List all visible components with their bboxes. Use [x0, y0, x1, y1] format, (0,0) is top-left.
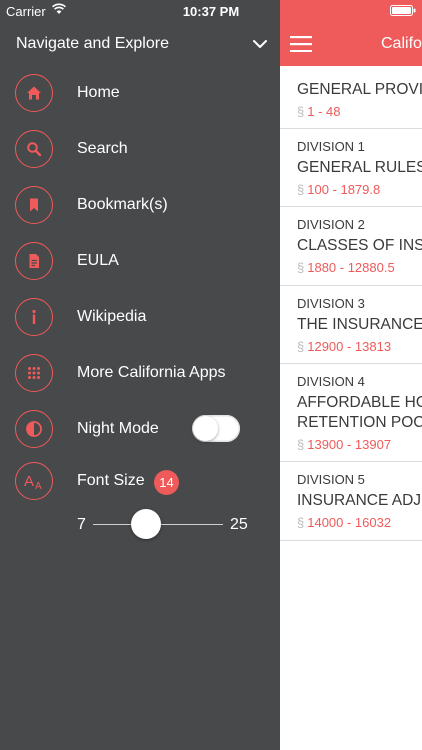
row-range-value: 1 - 48	[307, 104, 341, 119]
row-division: DIVISION 5	[297, 472, 365, 487]
info-icon	[15, 298, 53, 336]
menu-item-more-apps[interactable]: More California Apps	[0, 347, 280, 403]
row-division: DIVISION 2	[297, 217, 365, 232]
font-size-min-label: 7	[77, 516, 86, 533]
row-title: GENERAL RULES	[297, 159, 422, 176]
section-icon: §	[297, 182, 305, 197]
row-range-value: 100 - 1879.8	[307, 182, 381, 197]
row-range: § 13900 - 13907	[297, 437, 422, 452]
row-title: GENERAL PROVIS	[297, 81, 422, 98]
row-title: THE INSURANCE	[297, 316, 422, 333]
status-time: 10:37 PM	[182, 4, 240, 19]
division-list: GENERAL PROVIS § 1 - 48 DIVISION 1 GENERA…	[280, 66, 422, 541]
drawer-header[interactable]: Navigate and Explore	[0, 22, 280, 66]
font-size-icon: A A	[15, 462, 53, 500]
menu-label-eula: EULA	[77, 252, 119, 269]
section-icon: §	[297, 104, 305, 119]
status-bar: Carrier 10:37 PM	[0, 0, 422, 22]
row-title: AFFORDABLE HO	[297, 394, 422, 411]
row-range-value: 12900 - 13813	[307, 339, 392, 354]
section-icon: §	[297, 515, 305, 530]
row-range: § 100 - 1879.8	[297, 182, 422, 197]
menu-item-bookmarks[interactable]: Bookmark(s)	[0, 179, 280, 235]
battery-icon	[390, 5, 416, 16]
list-item[interactable]: DIVISION 4 AFFORDABLE HO RETENTION POC §…	[280, 364, 422, 462]
menu-item-wikipedia[interactable]: Wikipedia	[0, 291, 280, 347]
list-item[interactable]: GENERAL PROVIS § 1 - 48	[280, 66, 422, 129]
chevron-down-icon[interactable]	[252, 36, 268, 52]
menu-label-search: Search	[77, 140, 128, 157]
menu-item-eula[interactable]: EULA	[0, 235, 280, 291]
main-content: Califo GENERAL PROVIS § 1 - 48 DIVISION 1…	[280, 0, 422, 750]
home-icon	[15, 74, 53, 112]
menu-label-wikipedia: Wikipedia	[77, 308, 147, 325]
font-size-badge: 14	[154, 470, 179, 495]
menu-label-bookmarks: Bookmark(s)	[77, 196, 168, 213]
nav-title: Califo	[381, 35, 422, 52]
menu-label-home: Home	[77, 84, 120, 101]
row-division: DIVISION 1	[297, 139, 365, 154]
drawer-title: Navigate and Explore	[16, 35, 169, 52]
menu-item-font-size: A A Font Size	[0, 455, 280, 511]
section-icon: §	[297, 260, 305, 275]
night-mode-toggle-knob	[193, 416, 218, 441]
row-range: § 14000 - 16032	[297, 515, 422, 530]
list-item[interactable]: DIVISION 1 GENERAL RULES § 100 - 1879.8	[280, 129, 422, 207]
section-icon: §	[297, 437, 305, 452]
hamburger-menu-icon[interactable]	[290, 36, 312, 52]
row-title: CLASSES OF INS	[297, 237, 422, 254]
search-icon	[15, 130, 53, 168]
menu-label-more-apps: More California Apps	[77, 364, 226, 381]
list-item[interactable]: DIVISION 3 THE INSURANCE § 12900 - 13813	[280, 286, 422, 364]
row-division: DIVISION 4	[297, 374, 365, 389]
grid-icon	[15, 354, 53, 392]
bookmark-icon	[15, 186, 53, 224]
svg-text:A: A	[35, 481, 42, 490]
row-range-value: 1880 - 12880.5	[307, 260, 395, 275]
row-title: INSURANCE ADJ	[297, 492, 422, 509]
font-size-max-label: 25	[230, 516, 248, 533]
menu-item-home[interactable]: Home	[0, 67, 280, 123]
section-icon: §	[297, 339, 305, 354]
row-range-value: 13900 - 13907	[307, 437, 392, 452]
row-range: § 1 - 48	[297, 104, 422, 119]
row-range: § 1880 - 12880.5	[297, 260, 422, 275]
document-icon	[15, 242, 53, 280]
list-item[interactable]: DIVISION 5 INSURANCE ADJ § 14000 - 16032	[280, 462, 422, 541]
font-size-slider-knob[interactable]	[131, 509, 161, 539]
list-item[interactable]: DIVISION 2 CLASSES OF INS § 1880 - 12880.…	[280, 207, 422, 286]
row-range: § 12900 - 13813	[297, 339, 422, 354]
navigation-drawer: Navigate and Explore Home Search Bookmar…	[0, 0, 280, 750]
menu-label-font-size: Font Size	[77, 472, 145, 489]
menu-label-night-mode: Night Mode	[77, 420, 159, 437]
row-range-value: 14000 - 16032	[307, 515, 392, 530]
menu-item-search[interactable]: Search	[0, 123, 280, 179]
night-mode-toggle[interactable]	[192, 415, 240, 442]
contrast-icon	[15, 410, 53, 448]
row-title-line-2: RETENTION POC	[297, 414, 422, 431]
row-division: DIVISION 3	[297, 296, 365, 311]
svg-text:A: A	[24, 473, 34, 490]
